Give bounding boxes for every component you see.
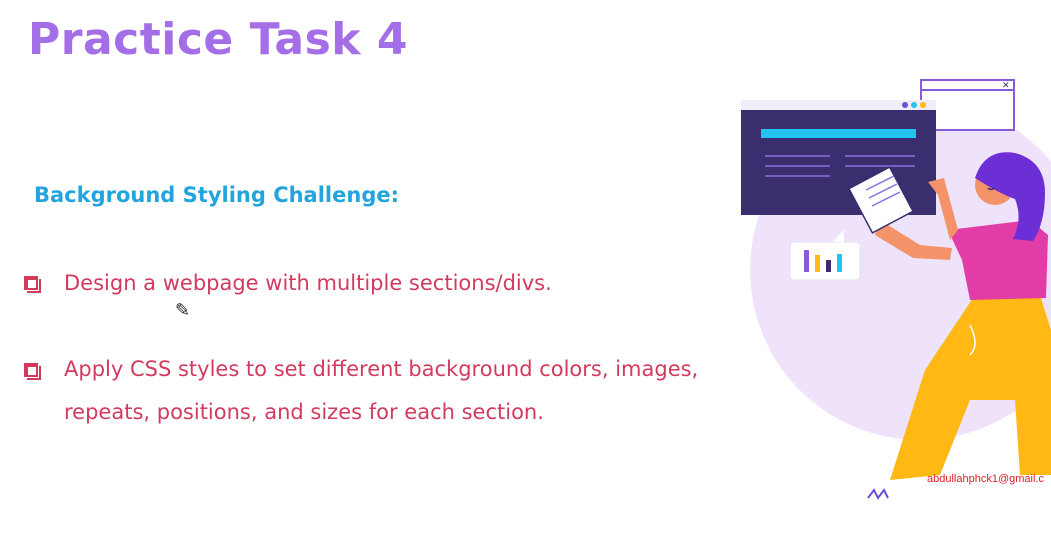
watermark-email: abdullahphck1@gmail.c: [927, 473, 1044, 485]
square-bullet-icon: [24, 276, 41, 293]
developer-illustration: ✕: [741, 79, 1051, 500]
pen-cursor-icon: ✎: [175, 300, 191, 321]
svg-text:✕: ✕: [1002, 81, 1010, 91]
task-item-2: Apply CSS styles to set different backgr…: [64, 357, 699, 424]
browser-window-icon: [741, 100, 936, 215]
slide-title: Practice Task 4: [28, 14, 408, 65]
square-bullet-icon: [24, 363, 41, 380]
task-item-1: Design a webpage with multiple sections/…: [64, 271, 552, 295]
squiggle-decoration: [867, 488, 889, 500]
slide-subtitle: Background Styling Challenge:: [34, 183, 399, 207]
